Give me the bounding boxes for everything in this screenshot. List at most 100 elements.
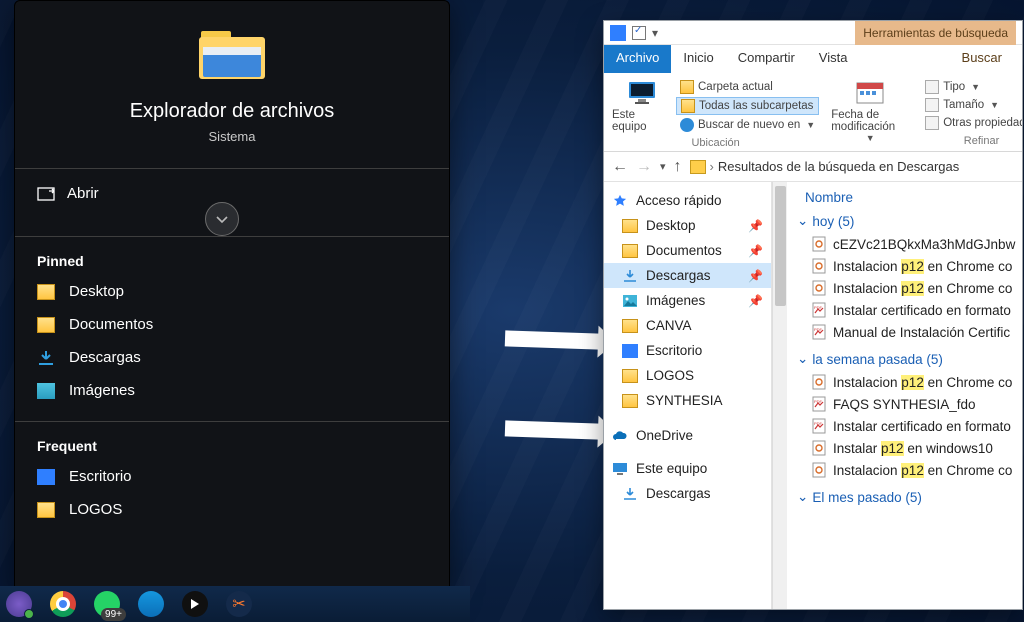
tree-label: Descargas: [646, 486, 711, 501]
nav-tree[interactable]: Acceso rápido Desktop 📌 Documentos 📌 Des…: [604, 182, 772, 609]
tree-item[interactable]: Desktop 📌: [604, 213, 771, 238]
frequent-item[interactable]: LOGOS: [15, 493, 449, 526]
nav-bar: ← → ▾ ↑ › Resultados de la búsqueda en D…: [604, 152, 1022, 182]
ribbon-tipo[interactable]: Tipo▼: [921, 79, 1023, 95]
result-row[interactable]: PDFInstalar certificado en formato: [797, 299, 1022, 321]
window-icon: [610, 25, 626, 41]
ribbon-todas-subcarpetas[interactable]: Todas las subcarpetas: [676, 97, 819, 115]
chevron-down-icon: [215, 212, 229, 226]
tree-scrollbar[interactable]: [772, 182, 787, 609]
menu-bar: Archivo Inicio Compartir Vista Buscar: [604, 45, 1022, 73]
tree-item[interactable]: LOGOS: [604, 363, 771, 388]
result-name: Instalacion p12 en Chrome co: [833, 259, 1012, 274]
tree-acceso-rapido[interactable]: Acceso rápido: [604, 188, 771, 213]
ribbon-carpeta-actual[interactable]: Carpeta actual: [676, 79, 819, 95]
tab-vista[interactable]: Vista: [807, 45, 860, 73]
tree-item[interactable]: CANVA: [604, 313, 771, 338]
calendar-icon: [854, 79, 886, 107]
result-group-header[interactable]: ⌄hoy (5): [797, 213, 1022, 229]
tree-item[interactable]: Descargas 📌: [604, 263, 771, 288]
back-button[interactable]: ←: [612, 158, 628, 176]
pinned-item[interactable]: Imágenes: [15, 374, 449, 407]
up-button[interactable]: ↑: [674, 158, 682, 176]
tree-este-equipo[interactable]: Este equipo: [604, 456, 771, 481]
annotation-arrow: [505, 420, 601, 439]
ribbon-este-equipo[interactable]: Este equipo: [612, 79, 672, 133]
tree-item[interactable]: SYNTHESIA: [604, 388, 771, 413]
open-button[interactable]: Abrir: [15, 169, 449, 218]
tree-label: Documentos: [646, 243, 722, 258]
pinned-item[interactable]: Desktop: [15, 275, 449, 308]
ribbon-otras-propiedades[interactable]: Otras propiedades: [921, 115, 1023, 131]
result-row[interactable]: Instalacion p12 en Chrome co: [797, 277, 1022, 299]
frequent-item[interactable]: Escritorio: [15, 460, 449, 493]
breadcrumb[interactable]: › Resultados de la búsqueda en Descargas: [690, 159, 960, 174]
ribbon-label: Todas las subcarpetas: [699, 100, 813, 112]
pinned-item[interactable]: Documentos: [15, 308, 449, 341]
ribbon-label: Este equipo: [612, 109, 672, 133]
teams-icon[interactable]: [6, 591, 32, 617]
media-player-icon[interactable]: [182, 591, 208, 617]
ribbon-label: Otras propiedades: [943, 117, 1023, 129]
whatsapp-icon[interactable]: 99+: [94, 591, 120, 617]
pinned-item[interactable]: Descargas: [15, 341, 449, 374]
whatsapp-badge: 99+: [101, 608, 126, 621]
svg-text:PDF: PDF: [814, 327, 823, 332]
result-row[interactable]: Instalar p12 en windows10: [797, 437, 1022, 459]
result-name: Manual de Instalación Certific: [833, 325, 1010, 340]
tree-label: Este equipo: [636, 461, 707, 476]
result-row[interactable]: cEZVc21BQkxMa3hMdGJnbw: [797, 233, 1022, 255]
tree-label: OneDrive: [636, 428, 693, 443]
monitor-icon: [626, 79, 658, 107]
ribbon-fecha[interactable]: Fecha de modificación▼: [831, 79, 909, 143]
ribbon-group-refinar: Tipo▼ Tamaño▼ Otras propiedades Refinar: [917, 79, 1023, 149]
ribbon-tamano[interactable]: Tamaño▼: [921, 97, 1023, 113]
taskbar: 99+ ✂: [0, 586, 470, 622]
tab-inicio[interactable]: Inicio: [671, 45, 725, 73]
tree-item[interactable]: Documentos 📌: [604, 238, 771, 263]
tree-descargas-sub[interactable]: Descargas: [604, 481, 771, 506]
title-bar: ▾ Herramientas de búsqueda: [604, 21, 1022, 45]
cloud-icon: [612, 429, 628, 443]
tree-onedrive[interactable]: OneDrive: [604, 423, 771, 448]
result-name: Instalacion p12 en Chrome co: [833, 281, 1012, 296]
forward-button: →: [636, 158, 652, 176]
result-row[interactable]: Instalacion p12 en Chrome co: [797, 255, 1022, 277]
tree-item[interactable]: Escritorio: [604, 338, 771, 363]
result-row[interactable]: PDFInstalar certificado en formato: [797, 415, 1022, 437]
tree-label: SYNTHESIA: [646, 393, 723, 408]
tree-label: Descargas: [646, 268, 711, 283]
pinned-label: Pinned: [15, 237, 449, 275]
group-label: hoy (5): [812, 214, 854, 229]
ribbon-buscar-de-nuevo[interactable]: Buscar de nuevo en▼: [676, 117, 819, 133]
result-row[interactable]: PDFFAQS SYNTHESIA_fdo: [797, 393, 1022, 415]
start-jumplist-panel: Explorador de archivos Sistema Abrir Pin…: [14, 0, 450, 592]
tab-buscar[interactable]: Buscar: [942, 45, 1022, 73]
tree-label: Acceso rápido: [636, 193, 722, 208]
result-group-header[interactable]: ⌄El mes pasado (5): [797, 489, 1022, 505]
onedrive-icon[interactable]: [138, 591, 164, 617]
file-explorer-window: ▾ Herramientas de búsqueda Archivo Inici…: [603, 20, 1023, 610]
tab-compartir[interactable]: Compartir: [726, 45, 807, 73]
svg-text:PDF: PDF: [814, 399, 823, 404]
snip-icon[interactable]: ✂: [226, 591, 252, 617]
tree-label: CANVA: [646, 318, 692, 333]
tree-item[interactable]: Imágenes 📌: [604, 288, 771, 313]
result-row[interactable]: Instalacion p12 en Chrome co: [797, 371, 1022, 393]
result-row[interactable]: Instalacion p12 en Chrome co: [797, 459, 1022, 481]
star-icon: [612, 194, 628, 208]
result-row[interactable]: PDF Manual de Instalación Certific: [797, 321, 1022, 343]
result-name: Instalar certificado en formato: [833, 419, 1011, 434]
result-group-header[interactable]: ⌄la semana pasada (5): [797, 351, 1022, 367]
open-icon: [37, 187, 55, 201]
tab-archivo[interactable]: Archivo: [604, 45, 671, 73]
column-header-nombre[interactable]: Nombre: [797, 190, 1022, 205]
ribbon-label: Tamaño: [943, 99, 984, 111]
qat-checkbox[interactable]: [632, 26, 646, 40]
history-dropdown[interactable]: ▾: [660, 160, 666, 173]
expand-toggle[interactable]: [205, 202, 239, 236]
chrome-icon[interactable]: [50, 591, 76, 617]
item-label: Imágenes: [69, 382, 135, 399]
contextual-tab-label: Herramientas de búsqueda: [855, 21, 1016, 45]
pin-icon: 📌: [748, 244, 763, 258]
